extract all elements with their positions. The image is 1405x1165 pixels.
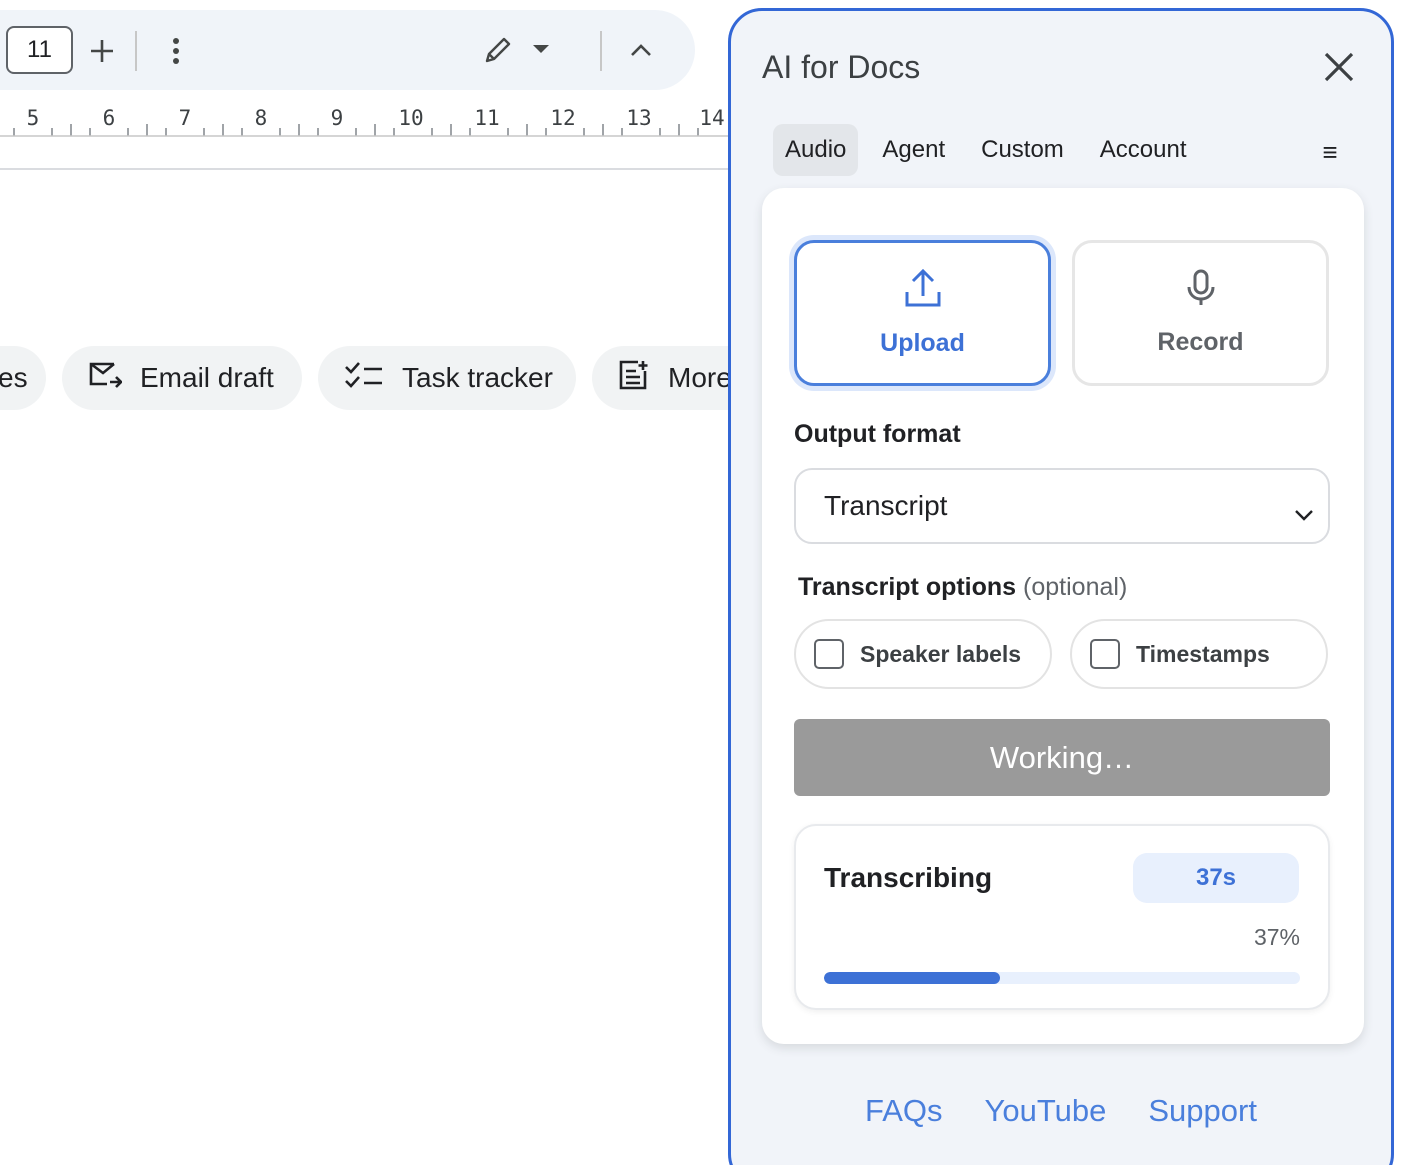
tab-account[interactable]: Account: [1088, 124, 1199, 176]
audio-card: Upload Record Output format Transcript T…: [762, 188, 1364, 1044]
ruler-number: 5: [26, 106, 40, 130]
record-label: Record: [1157, 328, 1244, 356]
toolbar-divider-2: [600, 31, 602, 71]
chip-email-draft[interactable]: Email draft: [62, 346, 302, 410]
more-vert-icon[interactable]: [164, 34, 188, 68]
transcript-options-label: Transcript options (optional): [798, 573, 1127, 602]
output-format-label: Output format: [794, 420, 961, 448]
speaker-labels-option[interactable]: Speaker labels: [794, 619, 1052, 689]
close-button[interactable]: [1319, 49, 1359, 89]
tab-audio[interactable]: Audio: [773, 124, 859, 176]
ruler-number: 12: [550, 106, 576, 130]
progress-track: [824, 972, 1300, 984]
record-button[interactable]: Record: [1072, 240, 1329, 386]
progress-fill: [824, 972, 1001, 984]
panel-tabs: Audio Agent Custom Account: [773, 124, 1211, 176]
ruler-number: 11: [474, 106, 500, 130]
progress-title: Transcribing: [824, 862, 993, 893]
font-size-input[interactable]: 11: [6, 26, 73, 74]
ruler-number: 10: [398, 106, 424, 130]
chip-label: Email draft: [140, 362, 274, 393]
chip-label: More: [668, 362, 728, 393]
ruler-number: 13: [626, 106, 652, 130]
timestamps-label: Timestamps: [1136, 640, 1270, 667]
ai-for-docs-panel: AI for Docs Audio Agent Custom Account ≡…: [728, 8, 1394, 1165]
plus-icon[interactable]: [88, 34, 116, 68]
youtube-link[interactable]: YouTube: [985, 1093, 1107, 1129]
timestamps-option[interactable]: Timestamps: [1070, 619, 1328, 689]
output-format-value: Transcript: [824, 490, 948, 521]
chevron-down-icon: [1294, 496, 1314, 528]
optional-hint: (optional): [1023, 573, 1128, 601]
speaker-labels-label: Speaker labels: [860, 640, 1022, 667]
ruler-number: 9: [330, 106, 344, 130]
output-format-select[interactable]: Transcript: [794, 468, 1330, 544]
support-link[interactable]: Support: [1148, 1093, 1257, 1129]
working-button: Working…: [794, 719, 1330, 796]
elapsed-time-badge: 37s: [1133, 853, 1299, 903]
task-list-icon: [344, 360, 384, 397]
transcript-options-title: Transcript options: [798, 573, 1017, 601]
ruler-number: 6: [102, 106, 116, 130]
microphone-icon: [1185, 269, 1217, 314]
progress-card: Transcribing 37s 37%: [794, 824, 1330, 1010]
tab-custom[interactable]: Custom: [969, 124, 1076, 176]
ruler-number: 7: [178, 106, 192, 130]
ruler-number: 14: [699, 106, 725, 130]
note-add-icon: [618, 359, 650, 398]
speaker-labels-checkbox[interactable]: [814, 639, 844, 669]
email-draft-icon: [88, 360, 123, 397]
timestamps-checkbox[interactable]: [1090, 639, 1120, 669]
upload-label: Upload: [880, 329, 965, 357]
close-icon: [1324, 52, 1354, 87]
menu-icon[interactable]: ≡: [1315, 137, 1345, 167]
upload-icon: [904, 268, 942, 315]
upload-button[interactable]: Upload: [794, 240, 1051, 386]
progress-percent: 37%: [1253, 924, 1300, 950]
chip-label: Task tracker: [402, 362, 553, 393]
ruler-number: 8: [254, 106, 268, 130]
chip-more[interactable]: More: [592, 346, 728, 410]
panel-title: AI for Docs: [762, 49, 921, 85]
caret-down-icon[interactable]: [530, 40, 552, 58]
toolbar-divider: [135, 31, 137, 71]
footer-links: FAQs YouTube Support: [731, 1093, 1391, 1129]
chip-task-tracker[interactable]: Task tracker: [318, 346, 576, 410]
ruler: 5 6 7 8 9 10 11 12 13 14: [0, 96, 728, 170]
faqs-link[interactable]: FAQs: [865, 1093, 943, 1129]
chip-label: es: [0, 362, 28, 393]
tab-agent[interactable]: Agent: [870, 124, 957, 176]
chevron-up-icon[interactable]: [627, 38, 655, 62]
pencil-icon[interactable]: [480, 32, 516, 68]
chip-truncated[interactable]: es: [0, 346, 46, 410]
